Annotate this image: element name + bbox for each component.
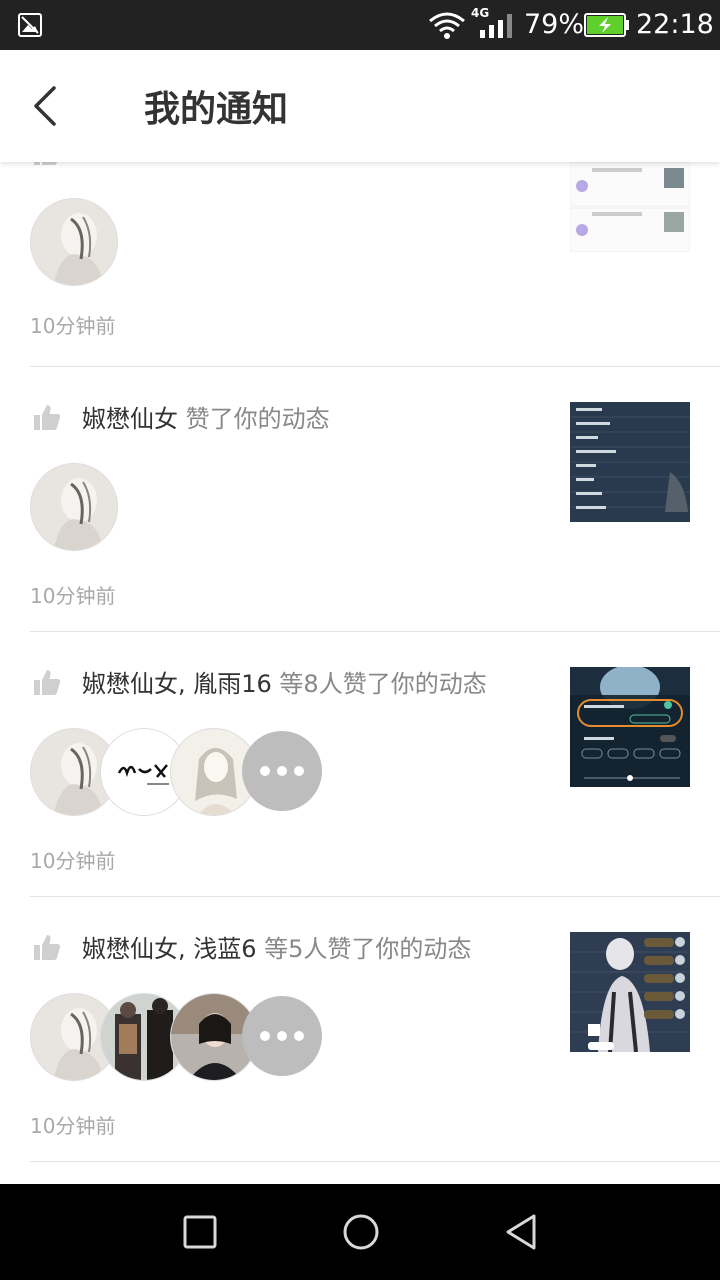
notification-suffix: 等8人赞了你的动态 bbox=[271, 670, 487, 698]
post-thumbnail[interactable] bbox=[570, 162, 690, 252]
notification-user[interactable]: 婌懋仙女, 胤雨16 bbox=[82, 670, 272, 698]
notification-message: 婌懋仙女, 胤雨16 等8人赞了你的动态 bbox=[82, 664, 487, 699]
avatar[interactable] bbox=[30, 198, 118, 286]
notification-time: 10分钟前 bbox=[30, 584, 116, 608]
navigation-bar bbox=[0, 1184, 720, 1280]
gallery-icon bbox=[18, 13, 42, 37]
notification-suffix: 等5人赞了你的动态 bbox=[256, 935, 472, 963]
divider bbox=[30, 1161, 720, 1162]
more-dots-icon bbox=[260, 1031, 270, 1041]
back-triangle-icon[interactable] bbox=[500, 1210, 544, 1254]
thumbs-up-icon bbox=[34, 670, 61, 695]
notification-message: 婌懋仙女 赞了你的动态 bbox=[82, 399, 330, 434]
avatar[interactable] bbox=[30, 463, 118, 551]
notification-list[interactable]: 10分钟前 婌懋仙女 赞了你的动态 10分钟前 婌懋仙女, 胤雨16 等8人赞了… bbox=[0, 162, 720, 1184]
thumbs-up-icon bbox=[34, 405, 61, 430]
thumbs-up-icon bbox=[34, 935, 61, 960]
header: 我的通知 bbox=[0, 50, 720, 162]
notification-item[interactable]: 婌懋仙女 赞了你的动态 10分钟前 bbox=[0, 367, 720, 632]
notification-time: 10分钟前 bbox=[30, 849, 116, 873]
notification-user[interactable]: 婌懋仙女 bbox=[82, 405, 178, 433]
signal-icon bbox=[480, 14, 512, 38]
back-button[interactable] bbox=[22, 80, 72, 132]
wifi-icon bbox=[429, 12, 465, 39]
post-thumbnail[interactable] bbox=[570, 932, 690, 1052]
clock: 22:18 bbox=[636, 9, 714, 40]
more-avatars-button[interactable] bbox=[242, 731, 322, 811]
battery-icon bbox=[584, 13, 629, 37]
home-icon[interactable] bbox=[339, 1210, 383, 1254]
notification-item[interactable]: 10分钟前 bbox=[0, 162, 720, 367]
back-arrow-icon bbox=[34, 86, 56, 126]
notification-time: 10分钟前 bbox=[30, 1114, 116, 1138]
more-avatars-button[interactable] bbox=[242, 996, 322, 1076]
notification-message: 婌懋仙女, 浅蓝6 等5人赞了你的动态 bbox=[82, 929, 471, 964]
post-thumbnail[interactable] bbox=[570, 667, 690, 787]
recent-apps-icon[interactable] bbox=[178, 1210, 222, 1254]
more-dots-icon bbox=[260, 766, 270, 776]
status-bar: 4G 79% 22:18 bbox=[0, 0, 720, 50]
post-thumbnail[interactable] bbox=[570, 402, 690, 522]
notification-item[interactable]: 婌懋仙女, 胤雨16 等8人赞了你的动态 10分钟前 bbox=[0, 632, 720, 897]
notification-time: 10分钟前 bbox=[30, 314, 116, 338]
notification-item[interactable]: 婌懋仙女, 浅蓝6 等5人赞了你的动态 10分钟前 bbox=[0, 897, 720, 1162]
battery-percent: 79% bbox=[524, 9, 585, 40]
notification-suffix: 赞了你的动态 bbox=[178, 405, 330, 433]
thumbs-up-icon bbox=[34, 162, 58, 165]
notification-user[interactable]: 婌懋仙女, 浅蓝6 bbox=[82, 935, 257, 963]
page-title: 我的通知 bbox=[144, 89, 289, 130]
